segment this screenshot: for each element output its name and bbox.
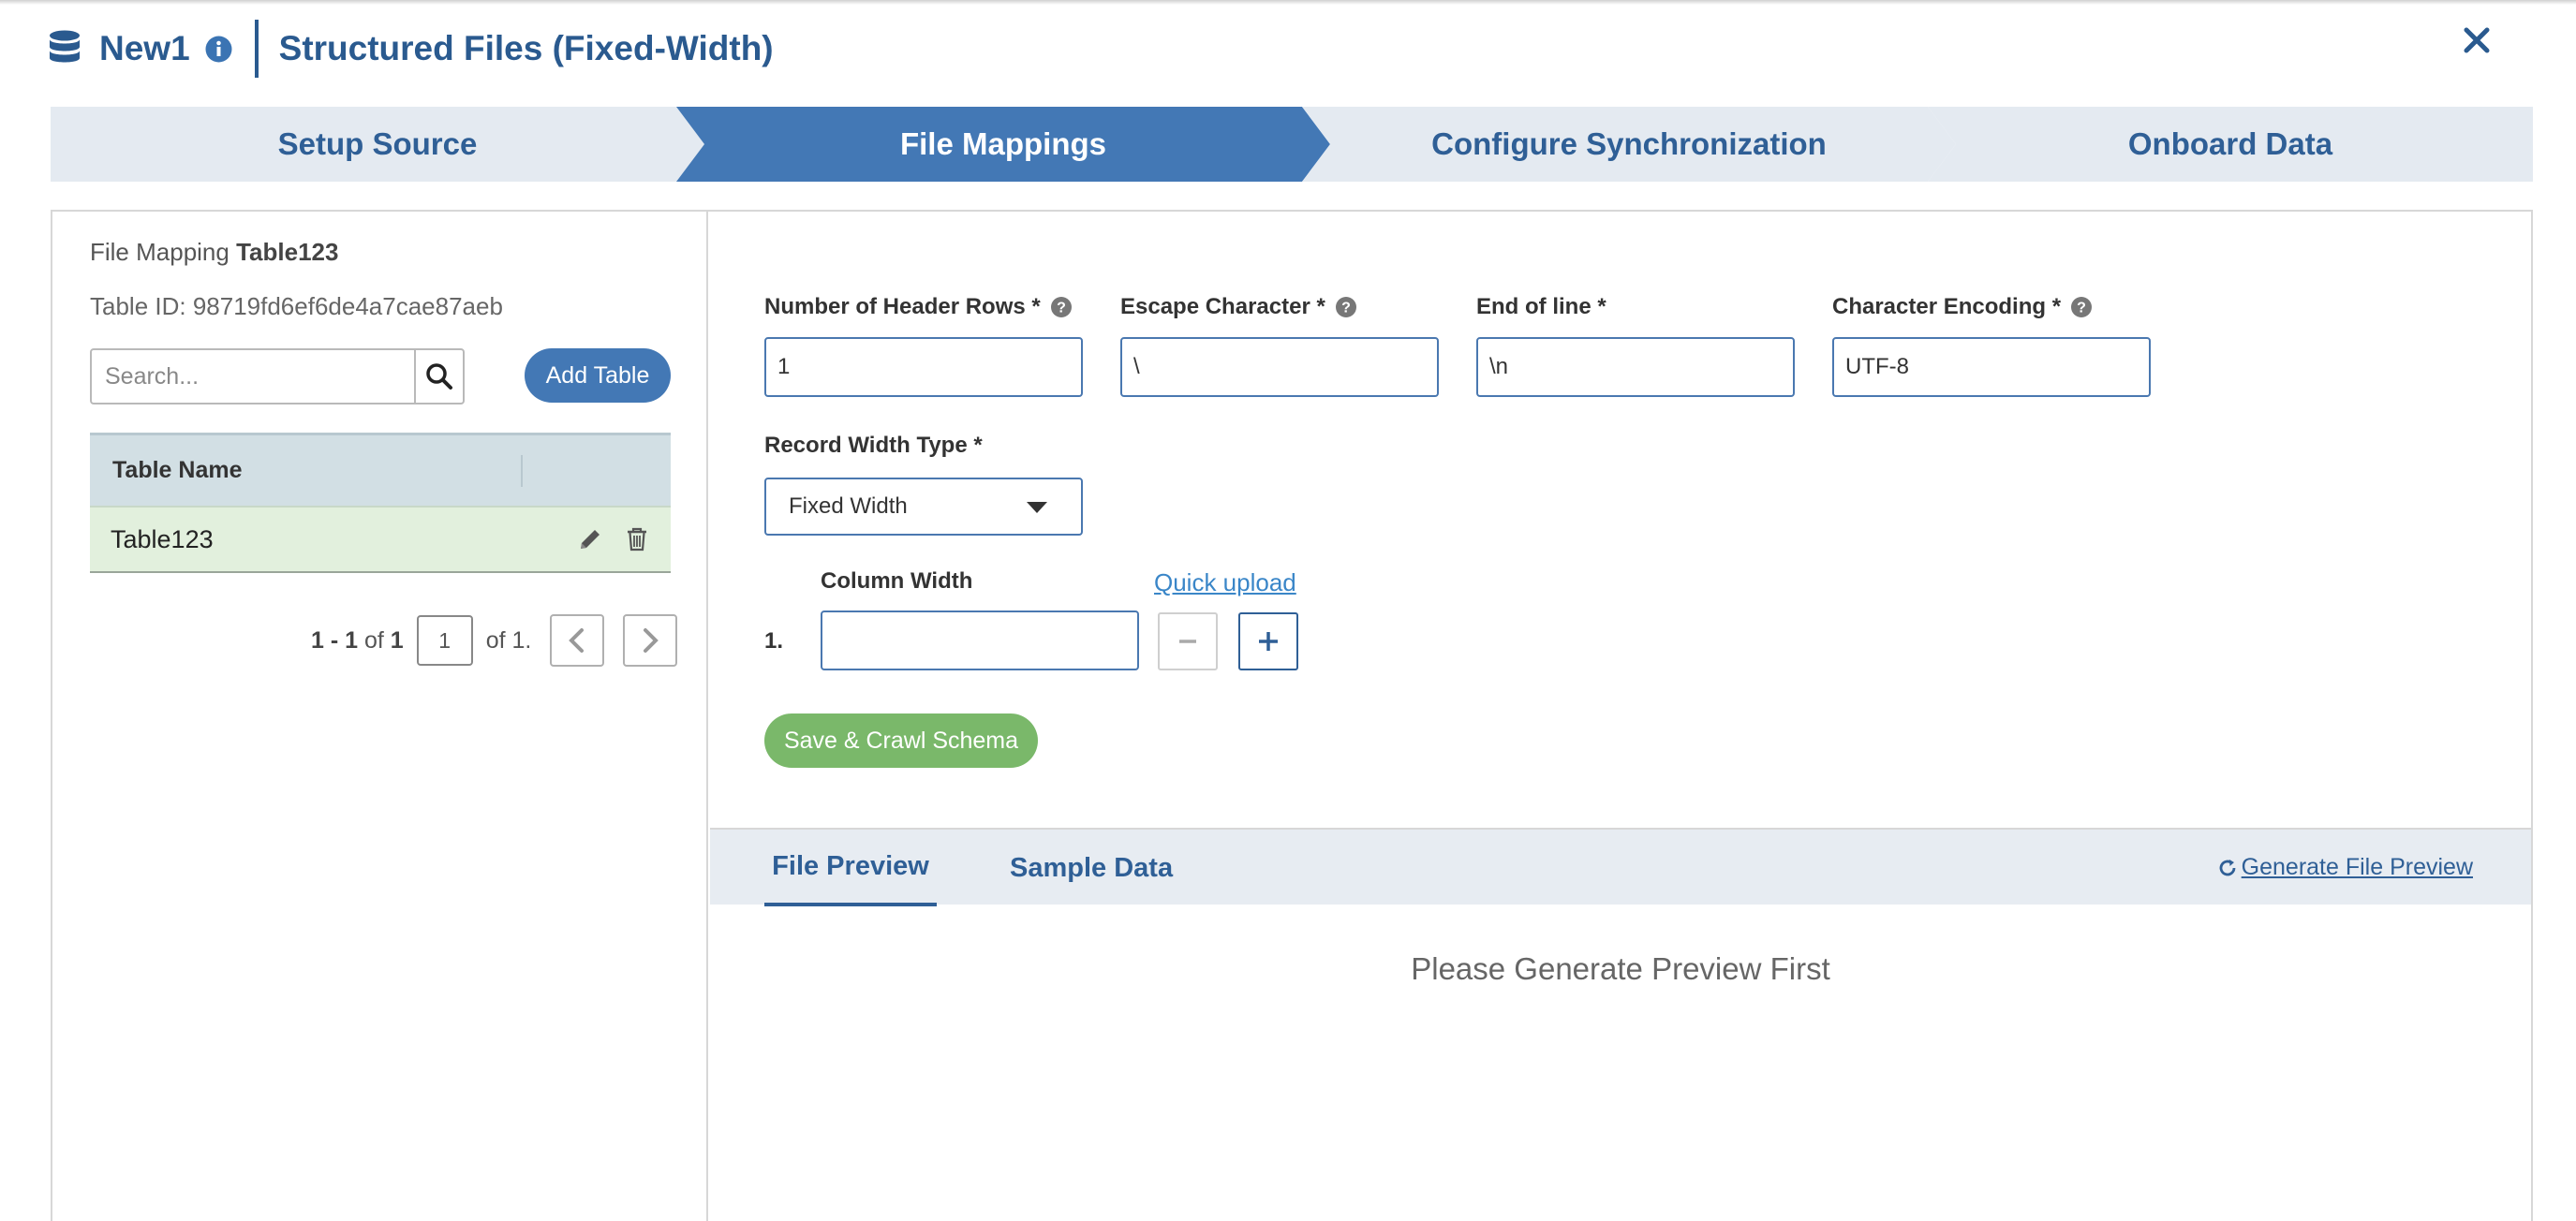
pager-total: 1 [390,626,404,654]
quick-upload-link[interactable]: Quick upload [1154,568,1296,597]
column-width-label: Column Width [821,568,973,594]
top-shadow [0,0,2576,5]
table-row-name: Table123 [111,524,214,553]
preview-tabbar: File Preview Sample Data Generate File P… [710,828,2531,906]
close-icon[interactable] [2461,24,2493,56]
end-of-line-input[interactable] [1476,337,1795,397]
table-id: Table ID: 98719fd6ef6de4a7cae87aeb [90,292,503,320]
info-icon[interactable] [205,36,232,63]
header-separator [254,20,259,78]
tab-sample-data[interactable]: Sample Data [1010,830,1173,906]
column-width-input[interactable] [821,610,1139,670]
save-crawl-schema-button[interactable]: Save & Crawl Schema [764,713,1038,768]
header-rows-label-text: Number of Header Rows * [764,294,1041,319]
escape-char-input[interactable] [1120,337,1439,397]
file-mapping-prefix: File Mapping [90,238,229,266]
add-table-button[interactable]: Add Table [525,348,671,403]
header-rows-label: Number of Header Rows * ? [764,294,1073,320]
encoding-label-text: Character Encoding * [1832,294,2062,319]
search-icon [426,363,452,390]
record-width-type-select[interactable]: Fixed Width [764,478,1083,536]
end-of-line-label-text: End of line * [1476,294,1606,319]
generate-file-preview-label: Generate File Preview [2241,854,2473,880]
connection-name: New1 [99,29,190,67]
database-icon [50,30,80,63]
tab-file-preview[interactable]: File Preview [764,830,937,906]
svg-text:?: ? [2077,301,2086,316]
escape-char-label-text: Escape Character * [1120,294,1325,319]
step-setup-source[interactable]: Setup Source [51,107,704,182]
page-number-input[interactable] [416,615,473,666]
next-page-button[interactable] [623,614,678,667]
plus-icon [1259,632,1278,651]
step-configure-synchronization[interactable]: Configure Synchronization [1302,107,1956,182]
pager-of-pages: of 1. [485,626,532,654]
search-button[interactable] [414,350,463,403]
table-search [90,348,465,405]
search-input[interactable] [92,350,414,403]
escape-char-label: Escape Character * ? [1120,294,1357,320]
chevron-right-icon [644,628,659,653]
modal: New1 Structured Files (Fixed-Width) Setu… [0,0,2576,1221]
refresh-icon [2219,859,2236,875]
question-icon[interactable]: ? [1050,296,1073,318]
column-header-table-name[interactable]: Table Name [90,454,523,487]
record-width-type-label: Record Width Type * [764,433,983,459]
wizard-steps: Setup Source File Mappings Configure Syn… [51,107,2533,182]
preview-empty-text: Please Generate Preview First [1411,951,1830,986]
add-column-button[interactable] [1238,612,1298,670]
pager-of: of [363,626,384,654]
column-width-index: 1. [764,628,784,654]
remove-column-button[interactable] [1158,612,1218,670]
step-file-mappings[interactable]: File Mappings [676,107,1330,182]
table-list: Table Name Table123 [90,433,671,573]
trash-icon[interactable] [624,526,650,552]
table-row[interactable]: Table123 [90,506,671,573]
record-width-type-value: Fixed Width [789,493,908,519]
generate-file-preview-link[interactable]: Generate File Preview [2217,854,2473,881]
step-onboard-data[interactable]: Onboard Data [1928,107,2533,182]
file-mapping-label: File Mapping Table123 [90,238,338,267]
chevron-left-icon [569,628,585,653]
pagination: 1 - 1 of 1 of 1. [311,614,678,667]
caret-down-icon [1027,502,1047,513]
svg-text:?: ? [1341,301,1351,316]
edit-icon[interactable] [577,526,603,552]
file-mapping-name: Table123 [236,238,339,266]
prev-page-button[interactable] [550,614,605,667]
encoding-label: Character Encoding * ? [1832,294,2093,320]
question-icon[interactable]: ? [1335,296,1357,318]
end-of-line-label: End of line * [1476,294,1606,320]
page-title: Structured Files (Fixed-Width) [278,29,774,67]
modal-header: New1 Structured Files (Fixed-Width) [49,19,774,79]
encoding-input[interactable] [1832,337,2151,397]
header-rows-input[interactable] [764,337,1083,397]
svg-text:?: ? [1057,301,1066,316]
question-icon[interactable]: ? [2070,296,2093,318]
table-header: Table Name [90,433,671,506]
record-width-type-label-text: Record Width Type * [764,433,983,458]
pager-range: 1 - 1 [311,626,359,654]
minus-icon [1179,640,1196,643]
